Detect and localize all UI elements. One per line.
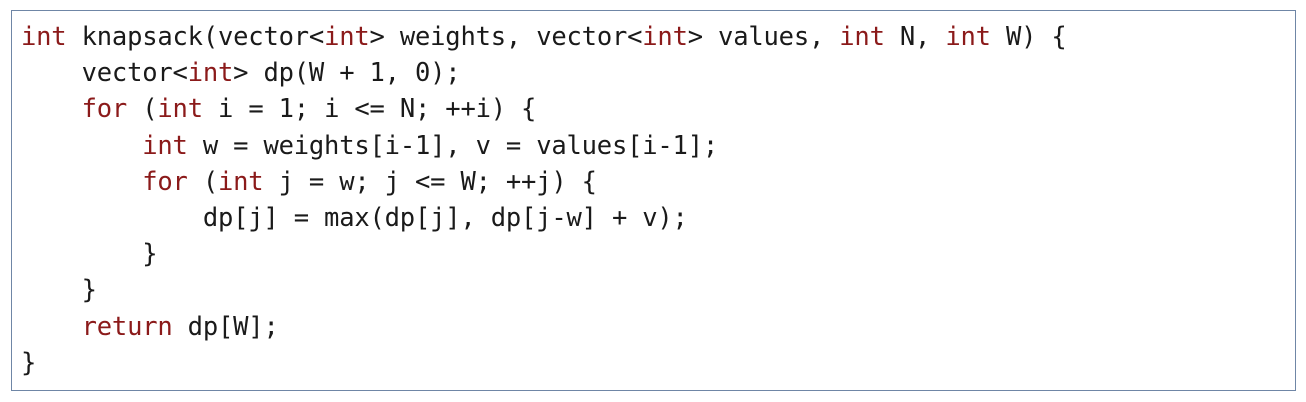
code-text: i = 1; i <= N; ++i) { [202, 94, 537, 125]
code-keyword: int [324, 22, 370, 52]
code-text: N, [884, 22, 946, 52]
code-text: > values, [687, 22, 840, 52]
code-line-5: for (int j = w; j <= W; ++j) { [21, 164, 1067, 200]
code-line-6: dp[j] = max(dp[j], dp[j-w] + v); [21, 200, 1067, 236]
code-block: int knapsack(vector<int> weights, vector… [21, 19, 1067, 381]
code-line-10: } [21, 345, 1067, 381]
code-keyword: int [21, 22, 67, 52]
code-text: W) { [990, 22, 1067, 52]
code-keyword: int [142, 130, 188, 161]
code-line-1: int knapsack(vector<int> weights, vector… [21, 19, 1067, 55]
code-text: > dp(W + 1, 0); [233, 58, 461, 89]
code-text: j = w; j <= W; ++j) { [263, 166, 597, 197]
code-keyword: int [945, 22, 991, 52]
code-text: vector< [21, 58, 188, 89]
code-line-9: return dp[W]; [21, 309, 1067, 345]
code-keyword: int [642, 22, 688, 52]
code-text: } [21, 239, 158, 270]
code-keyword: int [187, 58, 234, 89]
code-text: dp[W]; [172, 311, 279, 342]
code-keyword: int [839, 22, 885, 52]
code-text: ( [187, 166, 218, 197]
code-keyword: int [218, 166, 264, 197]
code-text: } [21, 275, 97, 306]
code-line-2: vector<int> dp(W + 1, 0); [21, 55, 1067, 91]
code-text: } [21, 347, 37, 378]
code-keyword: for [142, 166, 188, 197]
code-listing-box: int knapsack(vector<int> weights, vector… [11, 10, 1296, 391]
code-text: dp[j] = max(dp[j], dp[j-w] + v); [21, 202, 688, 233]
code-text: knapsack(vector< [66, 22, 325, 52]
code-text: w = weights[i-1], v = values[i-1]; [187, 130, 719, 161]
code-text: > weights, vector< [369, 22, 643, 52]
code-line-4: int w = weights[i-1], v = values[i-1]; [21, 128, 1067, 164]
code-line-8: } [21, 272, 1067, 308]
code-line-7: } [21, 236, 1067, 272]
code-keyword: return [81, 311, 173, 342]
code-line-3: for (int i = 1; i <= N; ++i) { [21, 91, 1067, 127]
code-keyword: for [81, 94, 128, 125]
code-text: ( [127, 94, 158, 125]
code-keyword: int [157, 94, 203, 125]
